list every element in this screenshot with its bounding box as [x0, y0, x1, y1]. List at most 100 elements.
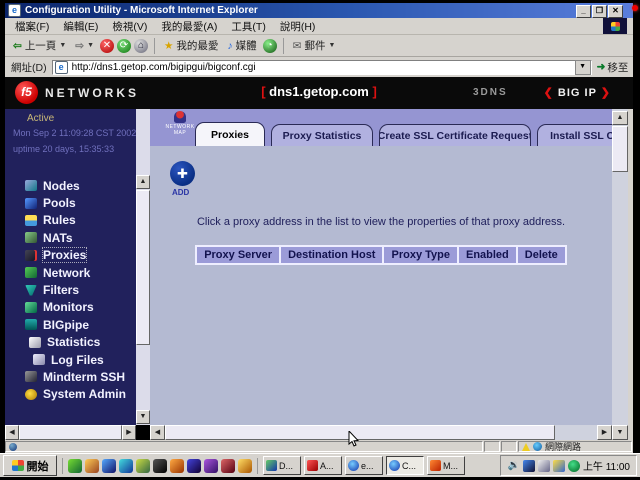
- sidebar-item-log-files[interactable]: Log Files: [25, 351, 135, 368]
- back-dropdown-icon[interactable]: ▼: [59, 42, 66, 49]
- menu-file[interactable]: 檔案(F): [9, 18, 55, 35]
- column-header-proxy-server[interactable]: Proxy Server: [195, 245, 281, 265]
- scroll-up-icon[interactable]: ▲: [612, 111, 628, 125]
- maximize-button[interactable]: ❐: [592, 5, 607, 18]
- stop-button[interactable]: ✕: [100, 39, 114, 53]
- main-vertical-scrollbar[interactable]: ▲: [612, 109, 628, 425]
- scrollbar-thumb[interactable]: [165, 425, 555, 440]
- tray-icon[interactable]: [568, 460, 580, 472]
- tab-proxy-statistics[interactable]: Proxy Statistics: [271, 124, 373, 146]
- sidebar-item-proxies[interactable]: Proxies: [25, 247, 135, 264]
- nats-icon: [25, 232, 37, 243]
- sidebar-item-bigpipe[interactable]: BIGpipe: [25, 316, 135, 333]
- scroll-left-icon[interactable]: ◀: [150, 425, 165, 440]
- go-arrow-icon: ➜: [597, 61, 606, 73]
- menu-edit[interactable]: 編輯(E): [57, 18, 104, 35]
- column-header-delete[interactable]: Delete: [516, 245, 567, 265]
- quick-launch-icon[interactable]: [170, 459, 184, 473]
- globe-icon: [533, 442, 542, 451]
- taskbar-window-button[interactable]: A...: [304, 456, 342, 475]
- quick-launch-icon[interactable]: [221, 459, 235, 473]
- add-button[interactable]: ✚: [170, 161, 195, 186]
- ie-document-icon: e: [8, 4, 21, 17]
- ie-throbber-logo: [603, 18, 627, 34]
- refresh-button[interactable]: ⟳: [117, 39, 131, 53]
- forward-button[interactable]: ⇨ ▼: [72, 39, 97, 53]
- start-button[interactable]: 開始: [3, 455, 57, 476]
- scroll-right-icon[interactable]: ▶: [597, 425, 612, 440]
- instruction-text: Click a proxy address in the list to vie…: [150, 216, 612, 228]
- url-input[interactable]: e http://dns1.getop.com/bigipgui/bigconf…: [52, 60, 592, 75]
- quick-launch-icon[interactable]: [153, 459, 167, 473]
- quick-launch-icon[interactable]: [85, 459, 99, 473]
- network-map-button[interactable]: NETWORK MAP: [160, 111, 200, 136]
- quick-launch-icon[interactable]: [102, 459, 116, 473]
- menu-favorites[interactable]: 我的最愛(A): [155, 18, 223, 35]
- product-3dns-label: 3DNS: [473, 87, 508, 98]
- taskbar-window-button-active[interactable]: C...: [386, 456, 424, 475]
- menu-tools[interactable]: 工具(T): [225, 18, 271, 35]
- menu-help[interactable]: 說明(H): [274, 18, 322, 35]
- scrollbar-thumb[interactable]: [19, 425, 122, 440]
- sidebar-vertical-scrollbar[interactable]: ▲ ▼: [136, 109, 150, 425]
- app-icon: [307, 460, 318, 471]
- mail-button[interactable]: ✉ 郵件 ▼: [290, 37, 339, 54]
- scroll-right-icon[interactable]: ▶: [122, 425, 136, 440]
- nodes-icon: [25, 180, 37, 191]
- sidebar-item-rules[interactable]: Rules: [25, 212, 135, 229]
- scroll-left-icon[interactable]: ◀: [5, 425, 19, 440]
- sidebar-item-mindterm-ssh[interactable]: Mindterm SSH: [25, 368, 135, 385]
- network-map-label: NETWORK MAP: [160, 124, 200, 136]
- quick-launch-icon[interactable]: [204, 459, 218, 473]
- volume-icon[interactable]: 🔉: [507, 460, 519, 472]
- scrollbar-thumb[interactable]: [136, 190, 150, 345]
- tab-install-ssl-certificate[interactable]: Install SSL Certif: [537, 124, 612, 146]
- proxy-table-header-row: Proxy ServerDestination HostProxy TypeEn…: [150, 245, 612, 265]
- scrollbar-thumb[interactable]: [612, 126, 628, 172]
- sidebar-horizontal-scrollbar[interactable]: ◀ ▶: [5, 425, 136, 440]
- tab-proxies[interactable]: Proxies: [195, 122, 265, 146]
- scroll-up-icon[interactable]: ▲: [136, 175, 150, 189]
- warning-icon: [522, 443, 530, 451]
- column-header-destination-host[interactable]: Destination Host: [279, 245, 384, 265]
- menu-view[interactable]: 檢視(V): [106, 18, 153, 35]
- taskbar-window-button[interactable]: D...: [263, 456, 301, 475]
- quick-launch-icon[interactable]: [68, 459, 82, 473]
- tab-create-ssl-certificate-request[interactable]: Create SSL Certificate Request: [379, 124, 531, 146]
- history-button[interactable]: ◔: [263, 39, 277, 53]
- url-dropdown-icon[interactable]: ▼: [575, 60, 591, 75]
- sidebar-item-network[interactable]: Network: [25, 264, 135, 281]
- quick-launch-icon[interactable]: [119, 459, 133, 473]
- go-button[interactable]: ➜ 移至: [597, 60, 629, 75]
- favorites-button[interactable]: ★ 我的最愛: [161, 37, 221, 54]
- home-button[interactable]: ⌂: [134, 39, 148, 53]
- pools-icon: [25, 198, 37, 209]
- tray-icon[interactable]: [553, 460, 565, 472]
- media-button[interactable]: ♪ 媒體: [224, 37, 259, 54]
- quick-launch-icon[interactable]: [238, 459, 252, 473]
- log-files-icon: [33, 354, 45, 365]
- forward-dropdown-icon[interactable]: ▼: [87, 42, 94, 49]
- sidebar-item-nats[interactable]: NATs: [25, 229, 135, 246]
- scroll-down-icon[interactable]: ▼: [136, 410, 150, 424]
- scroll-down-icon[interactable]: ▼: [612, 425, 628, 440]
- display-settings-icon[interactable]: [538, 460, 550, 472]
- quick-launch-icon[interactable]: [187, 459, 201, 473]
- quick-launch-icon[interactable]: [136, 459, 150, 473]
- sidebar-item-pools[interactable]: Pools: [25, 194, 135, 211]
- sidebar-item-statistics[interactable]: Statistics: [25, 334, 135, 351]
- sidebar-item-filters[interactable]: Filters: [25, 281, 135, 298]
- close-button[interactable]: ✕: [608, 5, 623, 18]
- sidebar-item-monitors[interactable]: Monitors: [25, 299, 135, 316]
- tray-icon[interactable]: [523, 460, 535, 472]
- back-button[interactable]: ⇦ 上一頁 ▼: [10, 37, 69, 54]
- minimize-button[interactable]: _: [576, 5, 591, 18]
- sidebar-item-nodes[interactable]: Nodes: [25, 177, 135, 194]
- taskbar-window-button[interactable]: e...: [345, 456, 383, 475]
- main-horizontal-scrollbar[interactable]: ◀ ▶: [150, 425, 612, 440]
- column-header-proxy-type[interactable]: Proxy Type: [382, 245, 459, 265]
- column-header-enabled[interactable]: Enabled: [457, 245, 518, 265]
- sidebar-item-system-admin[interactable]: System Admin: [25, 386, 135, 403]
- mail-dropdown-icon[interactable]: ▼: [328, 42, 335, 49]
- taskbar-window-button[interactable]: M...: [427, 456, 465, 475]
